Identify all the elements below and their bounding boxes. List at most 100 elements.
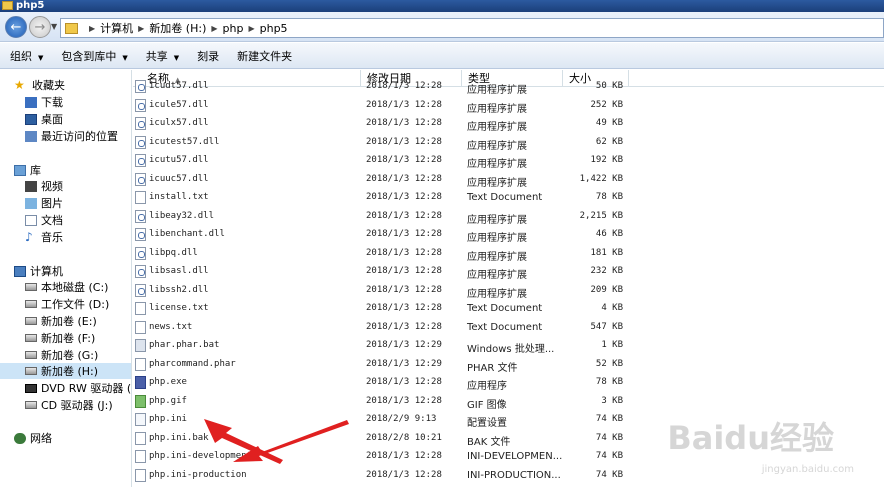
file-type-icon — [135, 468, 146, 482]
file-type: BAK 文件 — [467, 436, 511, 448]
nav-favorites[interactable]: ★ 收藏夹 — [14, 77, 131, 93]
chevron-right-icon[interactable]: ▶ — [138, 24, 144, 33]
chevron-right-icon[interactable]: ▶ — [248, 24, 254, 33]
file-type: 应用程序 — [467, 381, 507, 392]
nav-drive-f[interactable]: 新加卷 (F:) — [25, 330, 131, 346]
nav-drive-j[interactable]: CD 驱动器 (J:) — [25, 397, 131, 413]
nav-network-label: 网络 — [30, 432, 52, 445]
file-type-icon — [135, 283, 146, 297]
file-size: 78 KB — [595, 192, 623, 202]
address-bar[interactable]: ▶ 计算机 ▶ 新加卷 (H:) ▶ php ▶ php5 — [60, 18, 884, 38]
nav-libraries[interactable]: 库 — [14, 162, 131, 178]
file-row[interactable]: php.gif 2018/1/3 12:28 GIF 图像 3 KB — [133, 393, 628, 412]
file-row[interactable]: icule57.dll 2018/1/3 12:28 应用程序扩展 252 KB — [133, 97, 628, 116]
breadcrumb-php5[interactable]: php5 — [260, 22, 288, 35]
breadcrumb-php[interactable]: php — [223, 22, 244, 35]
breadcrumb-computer[interactable]: 计算机 — [100, 20, 133, 36]
nav-drive-e[interactable]: 新加卷 (E:) — [25, 313, 131, 329]
file-type: 应用程序扩展 — [467, 140, 527, 152]
chevron-right-icon[interactable]: ▶ — [211, 24, 217, 33]
file-row[interactable]: install.txt 2018/1/3 12:28 Text Document 78… — [133, 189, 628, 208]
file-date: 2018/2/9 9:13 — [366, 414, 437, 424]
chevron-right-icon[interactable]: ▶ — [89, 24, 95, 33]
new-folder-button[interactable]: 新建文件夹 — [237, 48, 292, 64]
file-type-icon — [135, 98, 146, 112]
nav-documents[interactable]: 文档 — [25, 212, 131, 228]
navigation-pane: ★ 收藏夹 下载 桌面 最近访问的位置 库 视频 图片 文档 ♪ 音乐 计算机 … — [0, 70, 132, 487]
file-date: 2018/1/3 12:28 — [366, 81, 442, 91]
file-row[interactable]: php.ini-production 2018/1/3 12:28 INI-PROD… — [133, 467, 628, 486]
file-row[interactable]: libeay32.dll 2018/1/3 12:28 应用程序扩展 2,215 KB — [133, 208, 628, 227]
nav-pictures[interactable]: 图片 — [25, 195, 131, 211]
burn-button[interactable]: 刻录 — [197, 48, 219, 64]
file-type: Windows 批处理... — [467, 344, 555, 355]
file-size: 62 KB — [595, 136, 623, 147]
file-type-icon — [135, 339, 146, 352]
nav-drive-h[interactable]: 新加卷 (H:) — [0, 363, 131, 379]
file-row[interactable]: iculx57.dll 2018/1/3 12:28 应用程序扩展 49 KB — [133, 115, 628, 134]
back-button[interactable]: ← — [5, 16, 27, 38]
file-row[interactable]: icutu57.dll 2018/1/3 12:28 应用程序扩展 192 KB — [133, 152, 628, 171]
forward-button[interactable]: → — [29, 16, 51, 38]
file-type: 应用程序扩展 — [467, 122, 527, 133]
nav-downloads[interactable]: 下载 — [25, 94, 131, 110]
share-label: 共享 — [145, 49, 168, 63]
file-row[interactable]: icuuc57.dll 2018/1/3 12:28 应用程序扩展 1,422 KB — [133, 171, 628, 190]
nav-drive-label: DVD RW 驱动器 (I:) — [41, 382, 132, 395]
hard-drive-icon — [25, 351, 37, 359]
file-date: 2018/1/3 12:29 — [366, 340, 442, 350]
file-type-icon — [135, 413, 146, 426]
file-date: 2018/1/3 12:28 — [366, 155, 442, 165]
breadcrumb-drive[interactable]: 新加卷 (H:) — [149, 20, 206, 36]
file-name: icuuc57.dll — [149, 173, 209, 184]
file-row[interactable]: libenchant.dll 2018/1/3 12:28 应用程序扩展 46 KB — [133, 226, 628, 245]
nav-drive-label: 新加卷 (F:) — [41, 332, 96, 345]
file-row[interactable]: php.ini-development 2018/1/3 12:28 INI-DEV… — [133, 448, 628, 467]
file-row[interactable]: news.txt 2018/1/3 12:28 Text Document 547 K… — [133, 319, 628, 338]
file-row[interactable]: icudt57.dll 2018/1/3 12:28 应用程序扩展 50 KB — [133, 78, 628, 97]
nav-recent[interactable]: 最近访问的位置 — [25, 128, 131, 144]
title-bar[interactable]: php5 — [0, 0, 884, 12]
explorer-window: php5 ← → ▼ ▶ 计算机 ▶ 新加卷 (H:) ▶ php ▶ php5… — [0, 0, 884, 487]
file-row[interactable]: icutest57.dll 2018/1/3 12:28 应用程序扩展 62 KB — [133, 134, 628, 153]
nav-network[interactable]: 网络 — [14, 430, 131, 446]
file-row[interactable]: libssh2.dll 2018/1/3 12:28 应用程序扩展 209 KB — [133, 282, 628, 301]
file-row[interactable]: libsasl.dll 2018/1/3 12:28 应用程序扩展 232 KB — [133, 263, 628, 282]
nav-music[interactable]: ♪ 音乐 — [25, 229, 131, 245]
file-row[interactable]: phar.phar.bat 2018/1/3 12:29 Windows 批处理..… — [133, 337, 628, 356]
file-name: libpq.dll — [149, 247, 198, 258]
file-date: 2018/1/3 12:28 — [366, 210, 442, 221]
file-type-icon — [135, 191, 146, 204]
nav-drive-g[interactable]: 新加卷 (G:) — [25, 347, 131, 363]
file-row[interactable]: php.exe 2018/1/3 12:28 应用程序 78 KB — [133, 374, 628, 393]
file-date: 2018/2/8 10:21 — [366, 432, 442, 443]
nav-pictures-label: 图片 — [41, 197, 63, 210]
nav-drive-i[interactable]: DVD RW 驱动器 (I:) — [25, 380, 132, 396]
nav-drive-c[interactable]: 本地磁盘 (C:) — [25, 279, 131, 295]
file-row[interactable]: php.ini.bak 2018/2/8 10:21 BAK 文件 74 KB — [133, 430, 628, 449]
file-size: 232 KB — [590, 266, 623, 276]
file-row[interactable]: license.txt 2018/1/3 12:28 Text Document 4 … — [133, 300, 628, 319]
nav-computer[interactable]: 计算机 — [14, 263, 131, 279]
nav-videos[interactable]: 视频 — [25, 178, 131, 194]
include-library-label: 包含到库中 — [61, 49, 117, 63]
share-button[interactable]: 共享 ▼ — [146, 48, 179, 64]
nav-libraries-label: 库 — [30, 164, 41, 177]
file-date: 2018/1/3 12:28 — [366, 118, 442, 128]
file-type: 应用程序扩展 — [467, 85, 527, 96]
recent-pages-dropdown-icon[interactable]: ▼ — [51, 22, 57, 31]
file-type-icon — [135, 154, 146, 167]
nav-desktop[interactable]: 桌面 — [25, 111, 131, 127]
baidu-jingyan-watermark: Baidu经验 — [667, 419, 834, 457]
file-type: 应用程序扩展 — [467, 288, 527, 300]
file-type: 应用程序扩展 — [467, 103, 527, 115]
folder-icon — [2, 1, 13, 10]
file-type: 应用程序扩展 — [467, 251, 527, 263]
file-row[interactable]: php.ini 2018/2/9 9:13 配置设置 74 KB — [133, 411, 628, 430]
file-type: GIF 图像 — [467, 399, 507, 411]
nav-drive-d[interactable]: 工作文件 (D:) — [25, 296, 131, 312]
organize-button[interactable]: 组织 ▼ — [10, 48, 43, 64]
file-row[interactable]: pharcommand.phar 2018/1/3 12:29 PHAR 文件 52 … — [133, 356, 628, 375]
file-row[interactable]: libpq.dll 2018/1/3 12:28 应用程序扩展 181 KB — [133, 245, 628, 264]
include-library-button[interactable]: 包含到库中 ▼ — [61, 48, 127, 64]
